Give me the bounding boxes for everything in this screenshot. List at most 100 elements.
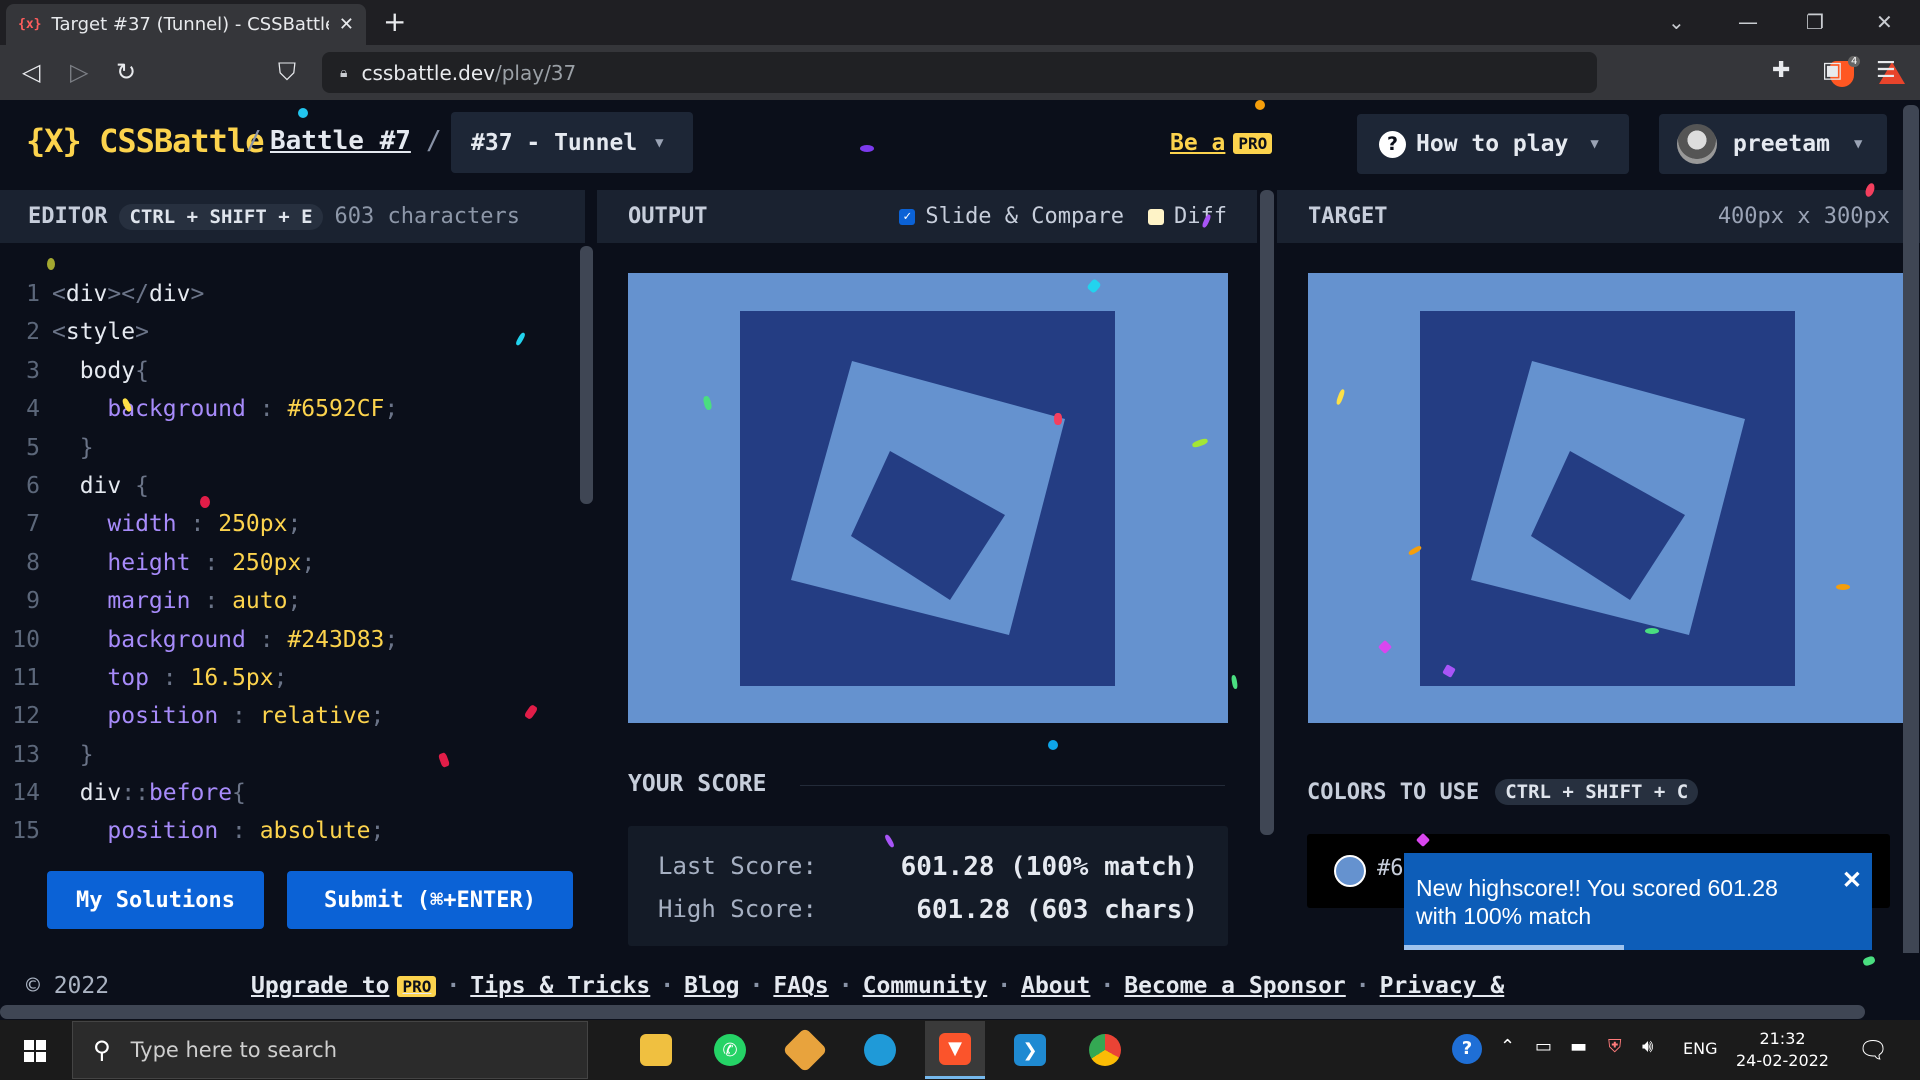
reload-icon[interactable]: ↻ xyxy=(116,58,136,86)
code-line: 9 margin : auto; xyxy=(26,588,302,615)
bookmark-icon[interactable]: ⛉ xyxy=(278,58,296,86)
breadcrumb-separator: / xyxy=(246,126,262,156)
output-title: OUTPUT xyxy=(628,204,708,229)
extensions-icon[interactable]: ✚ xyxy=(1772,58,1790,83)
browser-tab[interactable]: {x} Target #37 (Tunnel) - CSSBattle ✕ xyxy=(6,4,366,45)
output-header: OUTPUT ✓ Slide & Compare Diff xyxy=(597,190,1257,243)
search-icon: ⚲ xyxy=(93,1036,111,1064)
page-scrollbar[interactable] xyxy=(1903,105,1919,985)
system-clock[interactable]: 21:32 24-02-2022 xyxy=(1736,1028,1829,1072)
show-hidden-icons-icon[interactable]: ⌃ xyxy=(1500,1036,1515,1057)
language-indicator[interactable]: ENG xyxy=(1683,1039,1717,1058)
my-solutions-button[interactable]: My Solutions xyxy=(47,871,264,929)
output-canvas[interactable] xyxy=(628,273,1228,723)
security-icon[interactable]: ⛨ xyxy=(1608,1036,1622,1057)
volume-icon[interactable]: 🔊︎ xyxy=(1642,1036,1653,1057)
tab-search-chevron-icon[interactable]: ⌄ xyxy=(1668,10,1685,34)
new-tab-icon[interactable]: + xyxy=(383,8,406,36)
windows-start-icon[interactable] xyxy=(24,1040,46,1062)
horizontal-scrollbar[interactable] xyxy=(0,1005,1865,1019)
community-link[interactable]: Community xyxy=(863,973,988,999)
close-window-icon[interactable]: ✕ xyxy=(1876,10,1893,34)
code-lines[interactable]: 1 <div></div> 2 <style> 3 body{ 4 backgrou… xyxy=(0,281,398,853)
toast-progress-bar xyxy=(1404,945,1624,950)
about-link[interactable]: About xyxy=(1021,973,1090,999)
cssbattle-favicon-icon: {x} xyxy=(18,17,42,32)
vscode-icon[interactable]: ❯ xyxy=(1000,1021,1060,1079)
url-text: cssbattle.dev/play/37 xyxy=(361,60,577,85)
slide-compare-checkbox[interactable]: ✓ xyxy=(899,208,916,225)
footer-separator: · xyxy=(446,973,461,999)
cssbattle-logo[interactable]: {X} CSSBattle xyxy=(26,122,264,160)
user-menu[interactable]: preetam ▼ xyxy=(1659,114,1887,174)
menu-icon[interactable]: ☰ xyxy=(1876,58,1896,83)
output-scrollbar[interactable] xyxy=(1260,190,1274,835)
confetti-piece xyxy=(47,258,55,270)
clock-date: 24-02-2022 xyxy=(1736,1051,1829,1070)
chevron-down-icon: ▼ xyxy=(1853,136,1863,152)
code-line: 13 } xyxy=(12,741,94,768)
output-options: ✓ Slide & Compare Diff xyxy=(899,204,1227,229)
privacy-link[interactable]: Privacy & xyxy=(1380,973,1505,999)
question-icon: ? xyxy=(1379,130,1406,158)
edge-icon[interactable] xyxy=(850,1021,910,1079)
chevron-down-icon: ▼ xyxy=(655,134,664,151)
restore-icon[interactable]: ❐ xyxy=(1806,10,1824,34)
editor-shortcut: CTRL + SHIFT + E xyxy=(119,203,323,230)
forward-icon[interactable]: ▷ xyxy=(70,58,88,86)
battery-icon[interactable]: ▬ xyxy=(1570,1036,1587,1057)
tips-tricks-link[interactable]: Tips & Tricks xyxy=(470,973,650,999)
score-title: YOUR SCORE xyxy=(628,771,767,797)
target-selector-label: #37 - Tunnel xyxy=(471,129,638,156)
editor-header: EDITOR CTRL + SHIFT + E 603 characters xyxy=(0,190,585,243)
notifications-icon[interactable]: 🗨︎ xyxy=(1858,1036,1888,1064)
git-app-icon[interactable] xyxy=(775,1021,835,1079)
code-line: 7 width : 250px; xyxy=(26,511,302,538)
address-bar[interactable]: 🔒︎ cssbattle.dev/play/37 4 xyxy=(322,52,1905,93)
footer-separator: · xyxy=(838,973,853,999)
help-tray-icon[interactable]: ? xyxy=(1452,1034,1482,1064)
username: preetam xyxy=(1733,131,1830,157)
editor-scrollbar[interactable] xyxy=(580,246,593,504)
whatsapp-icon[interactable]: ✆ xyxy=(700,1021,760,1079)
battle-link[interactable]: Battle #7 xyxy=(270,126,411,156)
code-line: 10 background : #243D83; xyxy=(12,626,399,653)
color-swatch[interactable] xyxy=(1334,855,1366,887)
target-selector[interactable]: #37 - Tunnel ▼ xyxy=(451,112,693,173)
highscore-toast: New highscore!! You scored 601.28 with 1… xyxy=(1404,853,1872,950)
footer-separator: · xyxy=(1355,973,1370,999)
back-icon[interactable]: ◁ xyxy=(22,58,40,86)
submit-button[interactable]: Submit (⌘+ENTER) xyxy=(287,871,573,929)
code-line: 5 } xyxy=(26,434,94,461)
app-header: {X} CSSBattle / Battle #7 / #37 - Tunnel… xyxy=(0,100,1920,190)
upgrade-link[interactable]: Upgrade to PRO xyxy=(251,973,437,999)
wallet-icon[interactable]: ▣ xyxy=(1822,58,1843,83)
how-to-play-button[interactable]: ? How to play ▼ xyxy=(1357,114,1629,174)
confetti-piece xyxy=(1048,740,1058,750)
diff-label[interactable]: Diff xyxy=(1174,204,1227,229)
browser-tab-strip: {x} Target #37 (Tunnel) - CSSBattle ✕ + … xyxy=(0,0,1920,45)
taskbar-search[interactable]: ⚲ Type here to search xyxy=(72,1021,588,1079)
toast-close-icon[interactable]: ✕ xyxy=(1842,867,1862,895)
be-a-pro-link[interactable]: Be a PRO xyxy=(1170,130,1273,156)
color-swatch-code[interactable]: #6 xyxy=(1377,856,1404,881)
diff-checkbox[interactable] xyxy=(1148,208,1165,225)
minimize-icon[interactable]: — xyxy=(1738,10,1758,34)
file-explorer-icon[interactable] xyxy=(626,1021,686,1079)
slide-compare-label[interactable]: Slide & Compare xyxy=(925,204,1124,229)
colors-title: COLORS TO USE xyxy=(1307,779,1480,805)
confetti-piece xyxy=(1255,100,1265,110)
code-line: 8 height : 250px; xyxy=(26,549,316,576)
chrome-icon[interactable] xyxy=(1075,1021,1135,1079)
blog-link[interactable]: Blog xyxy=(684,973,739,999)
network-icon[interactable]: ▭ xyxy=(1535,1036,1552,1057)
output-outer-square xyxy=(740,311,1115,686)
shield-count-badge: 4 xyxy=(1848,56,1861,67)
brave-browser-icon[interactable]: ▼ xyxy=(925,1021,985,1079)
footer-separator: · xyxy=(749,973,764,999)
faqs-link[interactable]: FAQs xyxy=(773,973,828,999)
code-editor[interactable]: 1 <div></div> 2 <style> 3 body{ 4 backgrou… xyxy=(0,243,585,853)
tab-close-icon[interactable]: ✕ xyxy=(339,14,354,35)
character-count: 603 characters xyxy=(334,204,520,229)
sponsor-link[interactable]: Become a Sponsor xyxy=(1124,973,1346,999)
